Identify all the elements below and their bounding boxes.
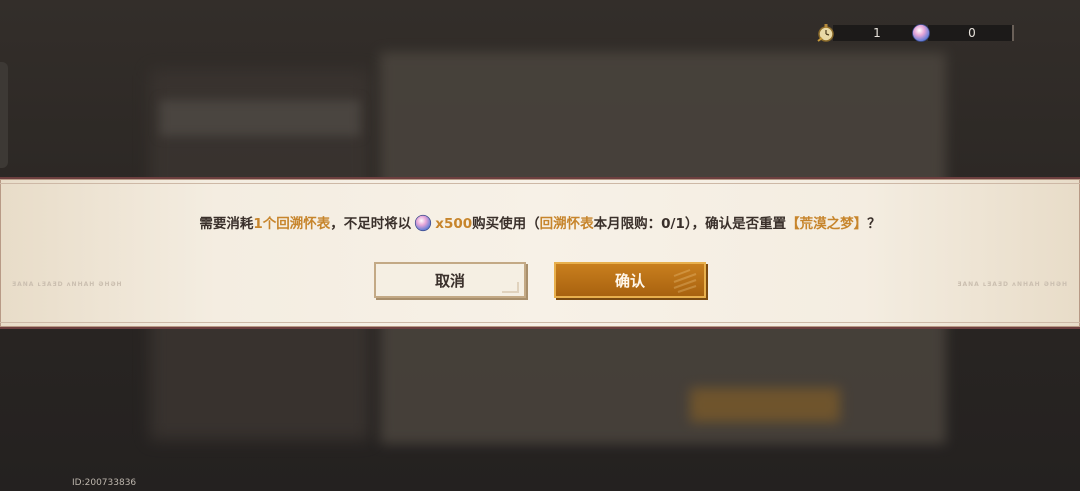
cancel-button-label: 取消: [434, 271, 465, 290]
currency-orb[interactable]: 0: [910, 24, 1014, 42]
crystal-orb-icon: [415, 214, 432, 232]
watermark-left: ƎANA ʟƎAƎD ʌNHAH ƏHƏH: [12, 281, 123, 288]
item-name-highlight: 回溯怀表: [539, 216, 594, 232]
user-id: ID:200733836: [72, 478, 137, 488]
confirm-button-label: 确认: [614, 271, 645, 290]
message-text: ？: [867, 216, 881, 232]
cost-highlight: x500: [435, 216, 473, 232]
currency-watch-value: 1: [833, 25, 919, 41]
message-text: ，不足时将以: [330, 216, 412, 232]
currency-watch[interactable]: 1: [815, 24, 919, 42]
target-highlight: 【荒漠之梦】: [786, 216, 868, 232]
blurred-button: [690, 388, 840, 422]
crystal-orb-icon: [912, 24, 930, 42]
confirm-button[interactable]: 确认: [554, 262, 706, 298]
currency-orb-value: 0: [928, 25, 1014, 41]
message-text: 需要消耗: [199, 216, 254, 232]
dialog-message: 需要消耗1个回溯怀表，不足时将以 x500购买使用（回溯怀表本月限购：0/1），…: [0, 212, 1080, 233]
item-count-highlight: 1个回溯怀表: [253, 216, 331, 232]
message-text: 本月限购：0/1），确认是否重置: [593, 216, 787, 232]
confirm-dialog: ƎANA ʟƎAƎD ʌNHAH ƏHƏH ƎANA ʟƎAƎD ʌNHAH Ə…: [0, 177, 1080, 329]
stripe-pattern-icon: [673, 269, 697, 293]
pocket-watch-icon: [817, 24, 834, 42]
side-edge-tab[interactable]: [0, 62, 8, 168]
cancel-button[interactable]: 取消: [374, 262, 526, 298]
watermark-right: ƎANA ʟƎAƎD ʌNHAH ƏHƏH: [957, 281, 1068, 288]
corner-pattern-icon: [502, 282, 519, 293]
message-text: 购买使用（: [472, 216, 540, 232]
blurred-row: [160, 100, 360, 136]
